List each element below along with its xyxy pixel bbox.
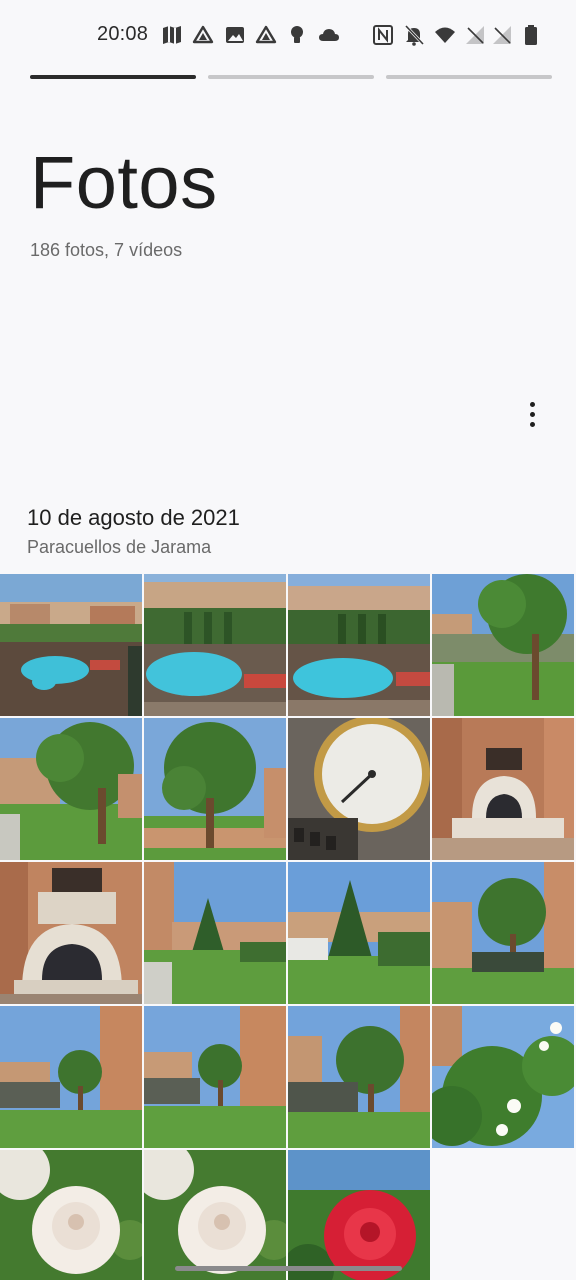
photo-thumbnail-garden-5[interactable] xyxy=(0,1006,142,1148)
photo-thumbnail-oven-1[interactable] xyxy=(432,718,574,860)
page-title: Fotos xyxy=(30,141,218,224)
photo-thumbnail-pool-2[interactable] xyxy=(144,574,286,716)
photos-screen: 20:08 Fotos 186 fotos, 7 vídeos 10 de ag… xyxy=(0,0,576,1280)
photo-thumbnail-white-rose-2[interactable] xyxy=(144,1150,286,1280)
photo-thumbnail-rose-bush[interactable] xyxy=(432,1006,574,1148)
story-progress-segment-3 xyxy=(386,75,552,79)
home-indicator[interactable] xyxy=(175,1266,402,1271)
photo-thumbnail-white-rose-1[interactable] xyxy=(0,1150,142,1280)
no-signal-icon xyxy=(464,24,486,46)
photo-thumbnail-garden-2[interactable] xyxy=(0,718,142,860)
status-bar: 20:08 xyxy=(0,0,576,64)
photo-thumbnail-pool-1[interactable] xyxy=(0,574,142,716)
photo-thumbnail-oven-2[interactable] xyxy=(0,862,142,1004)
story-progress-segment-2 xyxy=(208,75,374,79)
section-date: 10 de agosto de 2021 xyxy=(27,505,240,530)
photo-thumbnail-garden-1[interactable] xyxy=(432,574,574,716)
photo-thumbnail-garden-fir-1[interactable] xyxy=(144,862,286,1004)
maps-icon xyxy=(161,24,183,46)
bell-off-icon xyxy=(403,24,425,46)
more-vert-icon xyxy=(529,401,535,407)
photo-thumbnail-garden-3[interactable] xyxy=(144,718,286,860)
nfc-icon xyxy=(372,24,394,46)
battery-icon xyxy=(520,24,542,46)
wifi-icon xyxy=(434,24,456,46)
bulb-icon xyxy=(286,24,308,46)
section-location: Paracuellos de Jarama xyxy=(27,537,212,557)
no-signal-icon xyxy=(491,24,513,46)
drive-icon xyxy=(255,24,277,46)
photo-count: 186 fotos, 7 vídeos xyxy=(30,240,183,260)
image-icon xyxy=(224,24,246,46)
photo-thumbnail-garden-6[interactable] xyxy=(144,1006,286,1148)
drive-icon xyxy=(192,24,214,46)
more-options-button[interactable] xyxy=(512,394,552,434)
photo-thumbnail-garden-4[interactable] xyxy=(432,862,574,1004)
photo-grid xyxy=(0,574,576,1280)
story-progress-segment-1 xyxy=(30,75,196,79)
cloud-icon xyxy=(318,24,340,46)
photo-thumbnail-pool-3[interactable] xyxy=(288,574,430,716)
photo-thumbnail-red-rose[interactable] xyxy=(288,1150,430,1280)
status-time: 20:08 xyxy=(97,23,149,45)
photo-thumbnail-garden-fir-2[interactable] xyxy=(288,862,430,1004)
photo-thumbnail-thermometer[interactable] xyxy=(288,718,430,860)
photo-thumbnail-garden-7[interactable] xyxy=(288,1006,430,1148)
